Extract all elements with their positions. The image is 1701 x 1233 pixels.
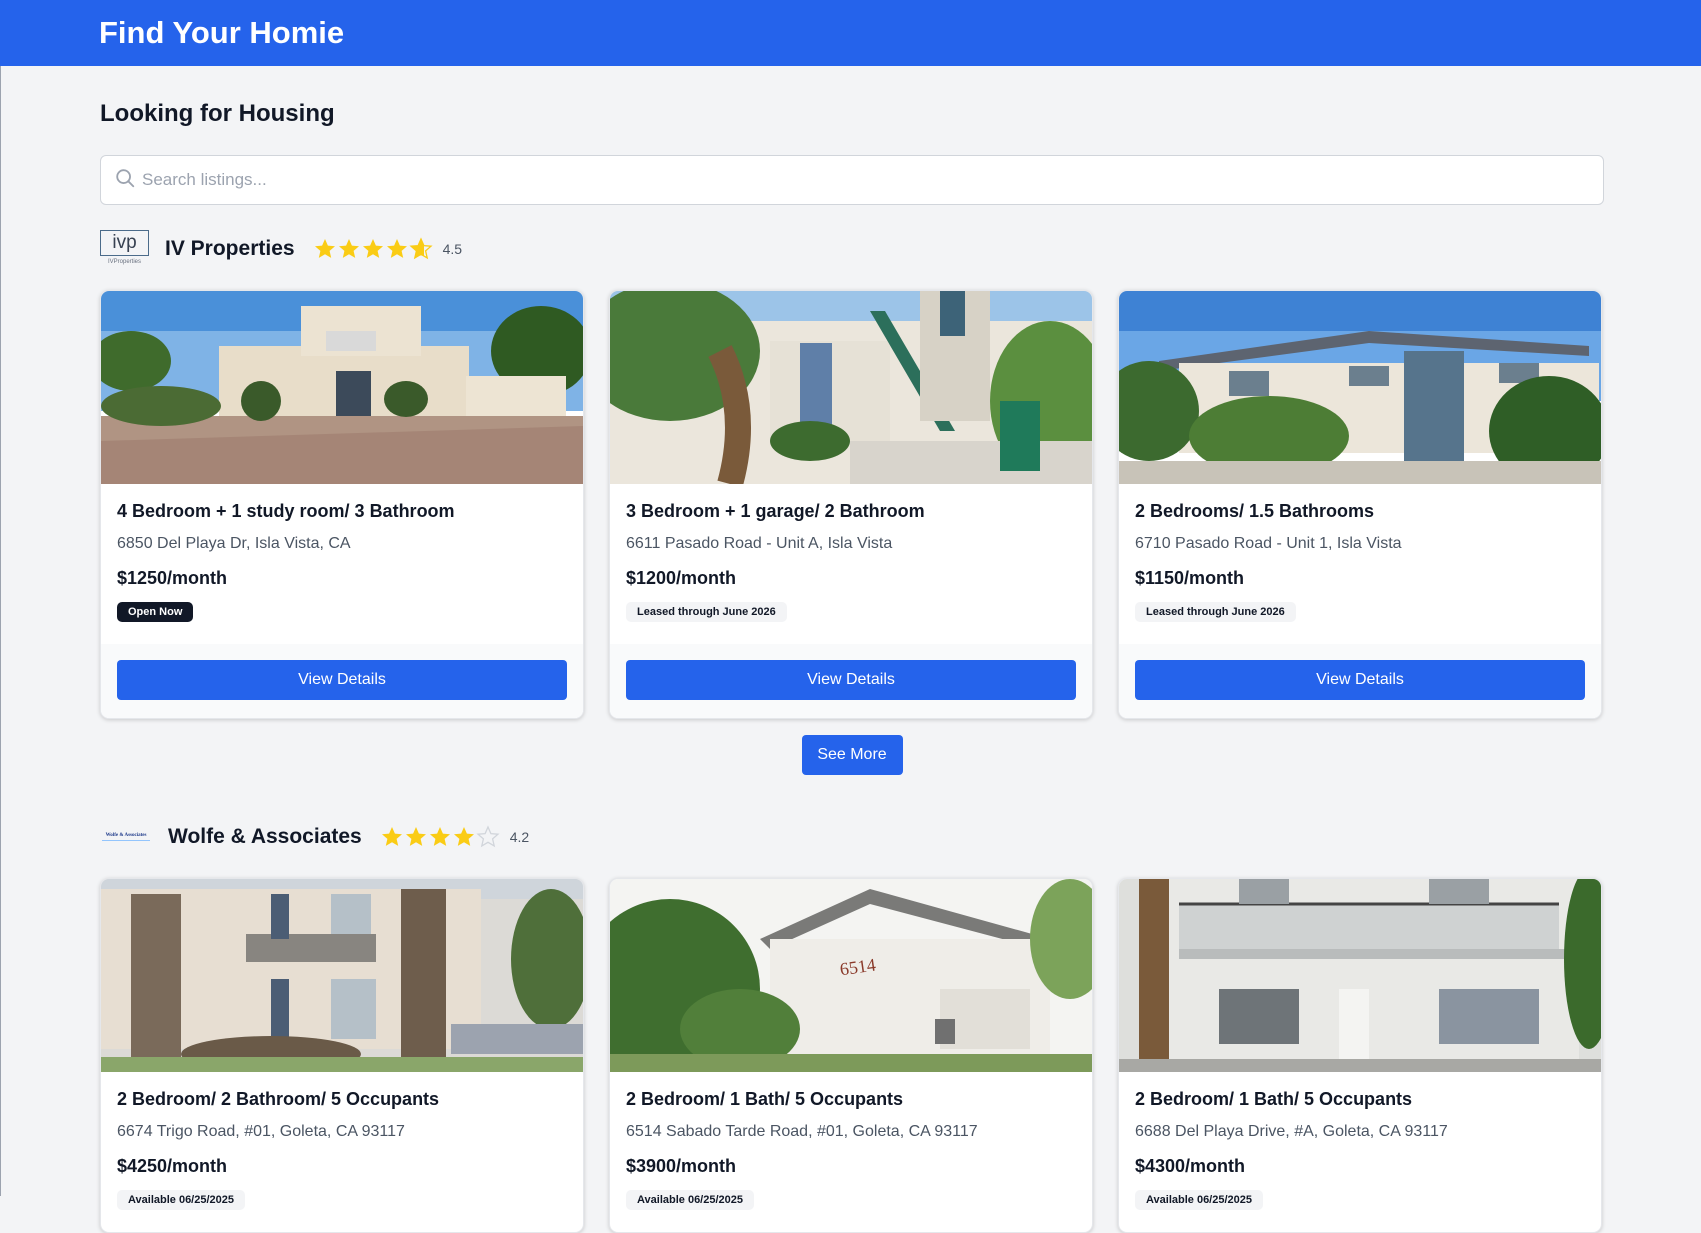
- search-bar[interactable]: [100, 155, 1604, 205]
- company-name[interactable]: IV Properties: [165, 237, 295, 261]
- listing-address: 6710 Pasado Road - Unit 1, Isla Vista: [1135, 535, 1402, 552]
- view-details-button[interactable]: View Details: [1135, 660, 1585, 700]
- listing-address: 6514 Sabado Tarde Road, #01, Goleta, CA …: [626, 1123, 978, 1140]
- company-header: Wolfe & Associates Wolfe & Associates 4.…: [100, 817, 1604, 857]
- listing-footer: View Details: [1119, 644, 1601, 718]
- listing-price: $1250/month: [117, 568, 228, 588]
- listing-title: 4 Bedroom + 1 study room/ 3 Bathroom: [117, 501, 455, 521]
- listing-body: 2 Bedroom/ 1 Bath/ 5 Occupants 6688 Del …: [1119, 1072, 1601, 1232]
- listing-price: $1150/month: [1135, 568, 1245, 588]
- listing-footer: View Details: [610, 644, 1092, 718]
- listing-photo[interactable]: [101, 291, 583, 484]
- company-logo: Wolfe & Associates: [100, 830, 152, 844]
- star-full-icon: [452, 825, 476, 849]
- see-more-wrap: See More: [100, 735, 1604, 775]
- listing-price: $1200/month: [626, 568, 737, 588]
- listing-card[interactable]: 2 Bedroom/ 1 Bath/ 5 Occupants 6688 Del …: [1118, 878, 1602, 1233]
- listing-body: 2 Bedroom/ 1 Bath/ 5 Occupants 6514 Saba…: [610, 1072, 1092, 1232]
- listing-address: 6688 Del Playa Drive, #A, Goleta, CA 931…: [1135, 1123, 1448, 1140]
- company-section-iv-properties: ivp IVProperties IV Properties 4.5 4 Bed…: [100, 229, 1604, 775]
- listing-title: 2 Bedroom/ 2 Bathroom/ 5 Occupants: [117, 1089, 440, 1109]
- listing-price: $3900/month: [626, 1156, 737, 1176]
- star-empty-icon: [476, 825, 500, 849]
- listing-body: 4 Bedroom + 1 study room/ 3 Bathroom 685…: [101, 484, 583, 644]
- listing-photo[interactable]: [1119, 291, 1601, 484]
- listing-title: 2 Bedroom/ 1 Bath/ 5 Occupants: [1135, 1089, 1413, 1109]
- company-logo-subtext: IVProperties: [107, 259, 141, 265]
- logo-divider: [102, 840, 150, 841]
- top-navbar: Find Your Homie: [0, 0, 1701, 66]
- star-full-icon: [385, 237, 409, 261]
- company-logo-text: Wolfe & Associates: [105, 833, 147, 838]
- status-badge: Leased through June 2026: [1135, 602, 1296, 622]
- search-icon: [114, 167, 136, 194]
- star-full-icon: [428, 825, 452, 849]
- listing-title: 2 Bedrooms/ 1.5 Bathrooms: [1135, 501, 1375, 521]
- listing-cards: 4 Bedroom + 1 study room/ 3 Bathroom 685…: [100, 290, 1604, 719]
- status-badge: Available 06/25/2025: [1135, 1190, 1264, 1210]
- listing-address: 6850 Del Playa Dr, Isla Vista, CA: [117, 535, 351, 552]
- star-full-icon: [380, 825, 404, 849]
- listing-card[interactable]: 6514 2 Bedroom/ 1 Bath/ 5 Occupants 6514…: [609, 878, 1093, 1233]
- status-badge: Available 06/25/2025: [626, 1190, 755, 1210]
- status-badge: Open Now: [117, 602, 194, 622]
- listing-body: 2 Bedrooms/ 1.5 Bathrooms 6710 Pasado Ro…: [1119, 484, 1601, 644]
- listing-cards: 2 Bedroom/ 2 Bathroom/ 5 Occupants 6674 …: [100, 878, 1604, 1233]
- company-logo-text: ivp: [100, 230, 149, 256]
- rating-value: 4.2: [509, 829, 530, 845]
- listing-card[interactable]: 2 Bedroom/ 2 Bathroom/ 5 Occupants 6674 …: [100, 878, 584, 1233]
- listing-footer: View Details: [101, 644, 583, 718]
- view-details-button[interactable]: View Details: [626, 660, 1076, 700]
- listing-photo[interactable]: [610, 291, 1092, 484]
- company-name[interactable]: Wolfe & Associates: [168, 825, 362, 849]
- star-full-icon: [313, 237, 337, 261]
- page-title: Looking for Housing: [100, 100, 335, 127]
- see-more-button[interactable]: See More: [801, 735, 903, 775]
- company-section-wolfe-associates: Wolfe & Associates Wolfe & Associates 4.…: [100, 817, 1604, 1233]
- listing-address: 6674 Trigo Road, #01, Goleta, CA 93117: [117, 1123, 405, 1140]
- star-half-icon: [409, 237, 433, 261]
- star-full-icon: [337, 237, 361, 261]
- star-full-icon: [361, 237, 385, 261]
- listing-title: 3 Bedroom + 1 garage/ 2 Bathroom: [626, 501, 925, 521]
- listing-body: 2 Bedroom/ 2 Bathroom/ 5 Occupants 6674 …: [101, 1072, 583, 1232]
- listing-card[interactable]: 3 Bedroom + 1 garage/ 2 Bathroom 6611 Pa…: [609, 290, 1093, 719]
- rating-stars: [380, 825, 500, 849]
- rating-stars: [313, 237, 433, 261]
- rating-value: 4.5: [442, 241, 463, 257]
- status-badge: Available 06/25/2025: [117, 1190, 246, 1210]
- status-badge: Leased through June 2026: [626, 602, 787, 622]
- app-brand[interactable]: Find Your Homie: [99, 15, 344, 51]
- company-logo: ivp IVProperties: [100, 230, 149, 268]
- listing-card[interactable]: 2 Bedrooms/ 1.5 Bathrooms 6710 Pasado Ro…: [1118, 290, 1602, 719]
- search-input[interactable]: [142, 170, 1542, 190]
- listing-body: 3 Bedroom + 1 garage/ 2 Bathroom 6611 Pa…: [610, 484, 1092, 644]
- star-full-icon: [404, 825, 428, 849]
- listing-photo[interactable]: 6514: [610, 879, 1092, 1072]
- listing-photo[interactable]: [101, 879, 583, 1072]
- listing-price: $4250/month: [117, 1156, 228, 1176]
- company-header: ivp IVProperties IV Properties 4.5: [100, 229, 1604, 269]
- listing-price: $4300/month: [1135, 1156, 1246, 1176]
- listing-address: 6611 Pasado Road - Unit A, Isla Vista: [626, 535, 893, 552]
- view-details-button[interactable]: View Details: [117, 660, 567, 700]
- listing-card[interactable]: 4 Bedroom + 1 study room/ 3 Bathroom 685…: [100, 290, 584, 719]
- main-content: Looking for Housing ivp IVProperties IV …: [100, 66, 1604, 1233]
- listing-photo[interactable]: [1119, 879, 1601, 1072]
- listing-title: 2 Bedroom/ 1 Bath/ 5 Occupants: [626, 1089, 904, 1109]
